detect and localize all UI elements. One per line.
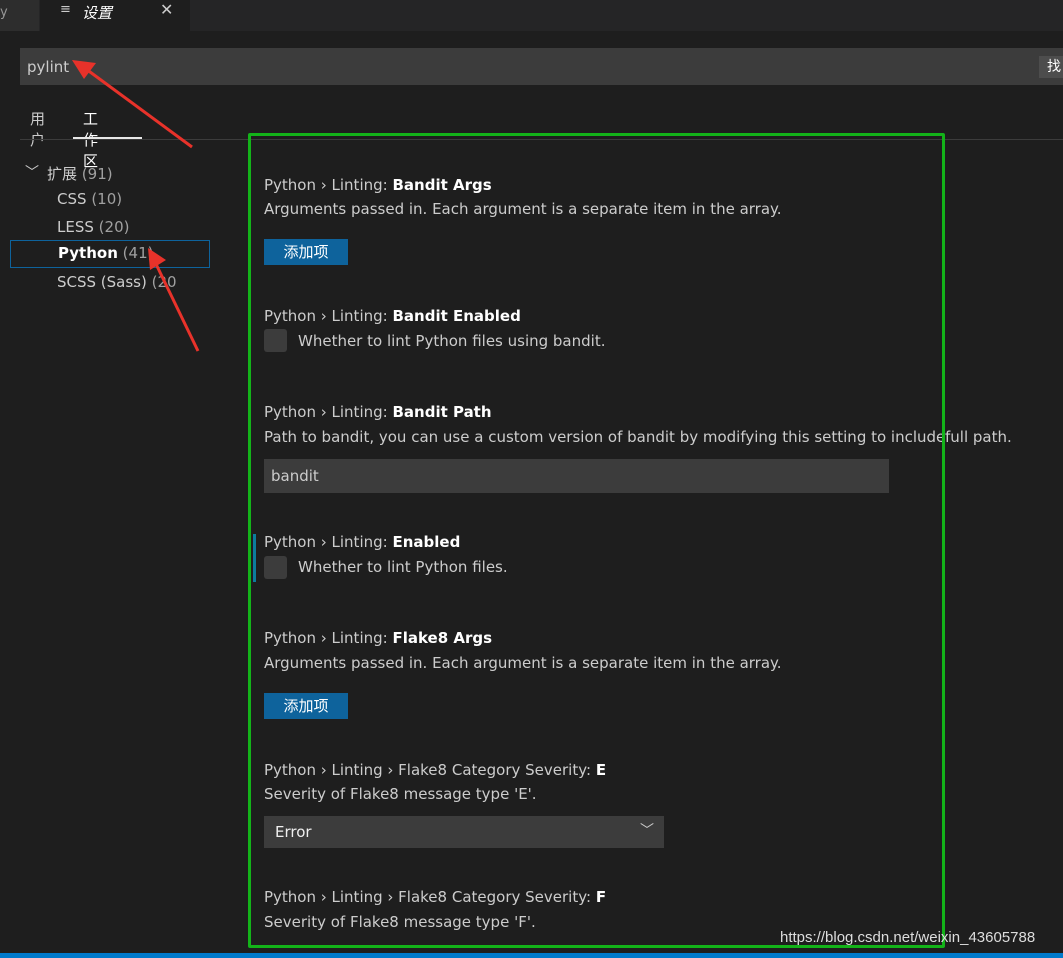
chevron-down-icon: ﹀ — [25, 165, 39, 181]
setting-category: Python › Linting › Flake8 Category Sever… — [264, 888, 596, 906]
toc-item-count: (10) — [91, 190, 123, 208]
setting-description: Path to bandit, you can use a custom ver… — [264, 428, 945, 446]
setting-description: Arguments passed in. Each argument is a … — [264, 200, 782, 218]
setting-name: Enabled — [392, 533, 461, 551]
setting-name: Bandit Args — [392, 176, 492, 194]
setting-title: Python › Linting: Bandit Enabled — [264, 307, 521, 325]
setting-name: Flake8 Args — [392, 629, 493, 647]
status-bar — [0, 953, 1063, 958]
setting-description: Whether to lint Python files using bandi… — [298, 332, 606, 350]
toc-item-css[interactable]: CSS (10) — [10, 187, 210, 215]
severity-e-select[interactable]: Error ﹀ — [264, 816, 664, 848]
toc-group-label: 扩展 — [47, 165, 78, 183]
toc-group-count: (91) — [81, 165, 113, 183]
toc-item-count: (41) — [122, 244, 154, 262]
setting-description: Severity of Flake8 message type 'F'. — [264, 913, 536, 931]
bandit-path-input[interactable] — [264, 459, 889, 493]
setting-name: Bandit Enabled — [392, 307, 521, 325]
settings-file-icon: ≡ — [60, 2, 71, 17]
watermark: https://blog.csdn.net/weixin_43605788 — [780, 929, 1036, 946]
setting-category: Python › Linting: — [264, 176, 393, 194]
close-icon[interactable]: ✕ — [160, 0, 173, 19]
setting-name: Bandit Path — [392, 403, 492, 421]
setting-name: E — [595, 761, 607, 779]
tab-settings-title: 设置 — [82, 4, 113, 22]
setting-category: Python › Linting: — [264, 533, 393, 551]
modified-indicator — [253, 534, 256, 582]
setting-title: Python › Linting: Bandit Path — [264, 403, 492, 421]
setting-description-overflow: full path. — [945, 428, 1012, 446]
bandit-enabled-checkbox[interactable] — [264, 329, 287, 352]
add-item-button[interactable]: 添加项 — [264, 239, 348, 265]
setting-title: Python › Linting: Flake8 Args — [264, 629, 492, 647]
tab-previous-label: y — [0, 5, 8, 20]
search-results-badge: 找 — [1039, 56, 1063, 78]
setting-description: Severity of Flake8 message type 'E'. — [264, 785, 537, 803]
setting-description: Arguments passed in. Each argument is a … — [264, 654, 782, 672]
setting-title: Python › Linting: Bandit Args — [264, 176, 492, 194]
tab-previous[interactable]: y — [0, 0, 40, 31]
settings-search-box: 找 — [20, 48, 1063, 85]
toc-item-label: Python — [58, 244, 118, 262]
setting-title: Python › Linting › Flake8 Category Sever… — [264, 888, 606, 906]
toc-item-label: SCSS (Sass) — [57, 273, 147, 291]
tab-settings[interactable]: ≡ 设置 ✕ — [40, 0, 190, 31]
settings-list: Python › Linting: Bandit Args Arguments … — [248, 133, 945, 948]
setting-category: Python › Linting: — [264, 629, 393, 647]
toc-item-scss[interactable]: SCSS (Sass) (20 — [10, 270, 210, 298]
toc-group-extensions[interactable]: ﹀ 扩展 (91) — [10, 160, 210, 188]
setting-title: Python › Linting: Enabled — [264, 533, 460, 551]
editor-tab-bar: y ≡ 设置 ✕ — [0, 0, 1063, 31]
toc-item-count: (20) — [98, 218, 130, 236]
setting-category: Python › Linting: — [264, 307, 393, 325]
setting-name: F — [595, 888, 607, 906]
toc-item-count: (20 — [151, 273, 177, 291]
select-value: Error — [275, 823, 312, 841]
toc-item-less[interactable]: LESS (20) — [10, 215, 210, 243]
setting-category: Python › Linting: — [264, 403, 393, 421]
linting-enabled-checkbox[interactable] — [264, 556, 287, 579]
search-input[interactable] — [20, 48, 1030, 85]
chevron-down-icon: ﹀ — [640, 823, 654, 839]
tab-user[interactable]: 用户 — [30, 108, 45, 150]
add-item-button[interactable]: 添加项 — [264, 693, 348, 719]
setting-description: Whether to lint Python files. — [298, 558, 508, 576]
toc-item-label: LESS — [57, 218, 94, 236]
setting-category: Python › Linting › Flake8 Category Sever… — [264, 761, 596, 779]
setting-title: Python › Linting › Flake8 Category Sever… — [264, 761, 606, 779]
toc-item-label: CSS — [57, 190, 87, 208]
toc-item-python[interactable]: Python (41) — [10, 240, 210, 268]
